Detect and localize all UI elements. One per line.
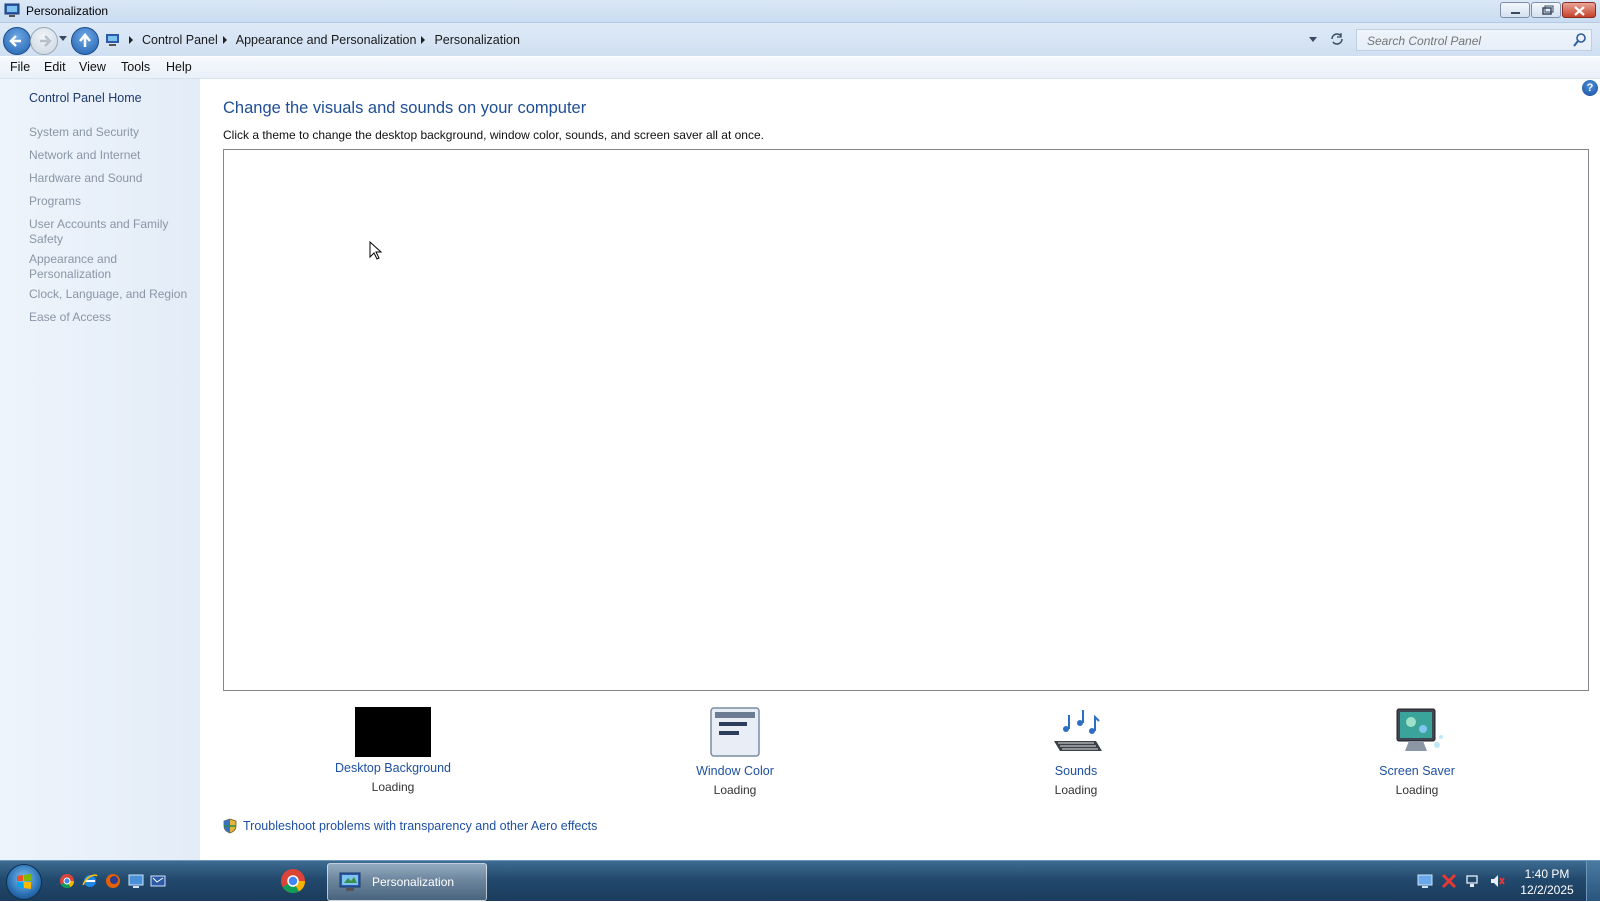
troubleshoot-aero-link[interactable]: Troubleshoot problems with transparency …: [243, 819, 597, 833]
desktop-background-link[interactable]: Desktop Background: [293, 761, 493, 775]
window-title: Personalization: [26, 4, 109, 18]
windows-logo-icon: [17, 874, 31, 889]
show-desktop-button[interactable]: [1586, 861, 1600, 901]
sidebar-item-ease-of-access[interactable]: Ease of Access: [29, 310, 189, 325]
minimize-icon: [1511, 12, 1520, 14]
breadcrumb-personalization[interactable]: Personalization: [434, 33, 519, 47]
internet-explorer-icon[interactable]: [82, 873, 98, 889]
chrome-taskbar-icon[interactable]: [278, 866, 308, 896]
sidebar-item-programs[interactable]: Programs: [29, 194, 189, 209]
sidebar-item-system-and-security[interactable]: System and Security: [29, 125, 189, 140]
window-color-tile[interactable]: Window Color Loading: [635, 707, 835, 797]
display-tray-icon[interactable]: [1417, 873, 1433, 889]
sounds-status: Loading: [1054, 783, 1098, 797]
theme-list[interactable]: [223, 149, 1589, 691]
search-input[interactable]: [1365, 32, 1569, 50]
up-button[interactable]: [71, 27, 99, 55]
forward-button[interactable]: [30, 27, 58, 55]
control-panel-home-link[interactable]: Control Panel Home: [29, 91, 142, 105]
title-bar: Personalization: [0, 0, 1600, 23]
sounds-tile[interactable]: Sounds Loading: [976, 707, 1176, 797]
refresh-icon[interactable]: [1329, 31, 1345, 47]
back-button[interactable]: [3, 27, 31, 55]
recent-pages-dropdown-icon[interactable]: [59, 36, 67, 42]
search-box: [1356, 29, 1592, 51]
sidebar-item-hardware-and-sound[interactable]: Hardware and Sound: [29, 171, 189, 186]
sounds-icon: [1054, 710, 1102, 751]
sidebar: Control Panel Home System and Security N…: [0, 79, 200, 860]
screen-saver-tile[interactable]: Screen Saver Loading: [1317, 707, 1517, 797]
breadcrumb-separator-icon[interactable]: [222, 36, 227, 44]
back-arrow-icon: [9, 35, 21, 47]
personalization-taskbar-icon: [339, 872, 361, 891]
close-icon: [1574, 6, 1585, 16]
menu-help[interactable]: Help: [166, 60, 192, 74]
shield-icon: [223, 818, 237, 834]
network-icon[interactable]: [1465, 873, 1481, 889]
clock-time: 1:40 PM: [1524, 867, 1570, 881]
taskbar: Personalization 1:40 PM 12/2/2025: [0, 860, 1600, 901]
breadcrumb: Control Panel Appearance and Personaliza…: [124, 31, 520, 49]
menu-file[interactable]: File: [10, 60, 30, 74]
restore-icon: [1542, 5, 1554, 15]
mouse-cursor-icon: [369, 241, 383, 260]
sidebar-item-clock-language-region[interactable]: Clock, Language, and Region: [29, 287, 189, 302]
screen-saver-status: Loading: [1395, 783, 1439, 797]
clock-date: 12/2/2025: [1520, 883, 1574, 897]
clock[interactable]: 1:40 PM 12/2/2025: [1510, 866, 1584, 898]
sidebar-item-network-and-internet[interactable]: Network and Internet: [29, 148, 189, 163]
menu-view[interactable]: View: [79, 60, 106, 74]
up-arrow-icon: [79, 33, 91, 47]
window-color-status: Loading: [713, 783, 757, 797]
window-color-link[interactable]: Window Color: [635, 764, 835, 778]
menu-edit[interactable]: Edit: [44, 60, 66, 74]
show-desktop-quicklaunch-icon[interactable]: [128, 873, 144, 889]
search-icon[interactable]: [1573, 33, 1587, 47]
sidebar-item-user-accounts[interactable]: User Accounts and Family Safety: [29, 217, 189, 247]
volume-muted-icon[interactable]: [1489, 873, 1505, 889]
page-description: Click a theme to change the desktop back…: [223, 128, 764, 142]
screen-saver-link[interactable]: Screen Saver: [1317, 764, 1517, 778]
close-button[interactable]: [1562, 2, 1596, 18]
forward-arrow-icon: [40, 35, 52, 47]
page-title: Change the visuals and sounds on your co…: [223, 99, 587, 117]
start-button[interactable]: [6, 864, 42, 900]
firefox-icon[interactable]: [105, 873, 121, 889]
address-dropdown-icon[interactable]: [1309, 37, 1317, 43]
breadcrumb-separator-icon[interactable]: [129, 36, 133, 44]
window-color-icon: [710, 707, 760, 757]
menu-bar: File Edit View Tools Help: [0, 57, 1600, 79]
switch-windows-icon[interactable]: [150, 873, 166, 889]
help-icon[interactable]: ?: [1582, 80, 1598, 96]
troubleshoot-row: Troubleshoot problems with transparency …: [223, 817, 597, 835]
breadcrumb-appearance-and-personalization[interactable]: Appearance and Personalization: [236, 33, 417, 47]
restore-button[interactable]: [1531, 2, 1561, 18]
breadcrumb-separator-icon[interactable]: [421, 36, 426, 44]
desktop-background-thumbnail: [355, 707, 431, 757]
taskbar-button-personalization[interactable]: Personalization: [327, 863, 487, 901]
desktop-background-status: Loading: [371, 780, 415, 794]
screen-saver-icon: [1396, 708, 1443, 751]
desktop-background-tile[interactable]: Desktop Background Loading: [293, 707, 493, 794]
sounds-link[interactable]: Sounds: [976, 764, 1176, 778]
address-bar: Control Panel Appearance and Personaliza…: [0, 23, 1600, 56]
sidebar-item-appearance[interactable]: Appearance and Personalization: [29, 252, 189, 282]
personalization-icon: [4, 3, 20, 17]
minimize-button[interactable]: [1500, 2, 1530, 18]
control-panel-icon[interactable]: [105, 33, 121, 47]
action-center-error-icon[interactable]: [1441, 873, 1457, 889]
chrome-icon[interactable]: [59, 873, 75, 889]
menu-tools[interactable]: Tools: [121, 60, 150, 74]
breadcrumb-control-panel[interactable]: Control Panel: [142, 33, 218, 47]
taskbar-button-label: Personalization: [372, 875, 455, 889]
